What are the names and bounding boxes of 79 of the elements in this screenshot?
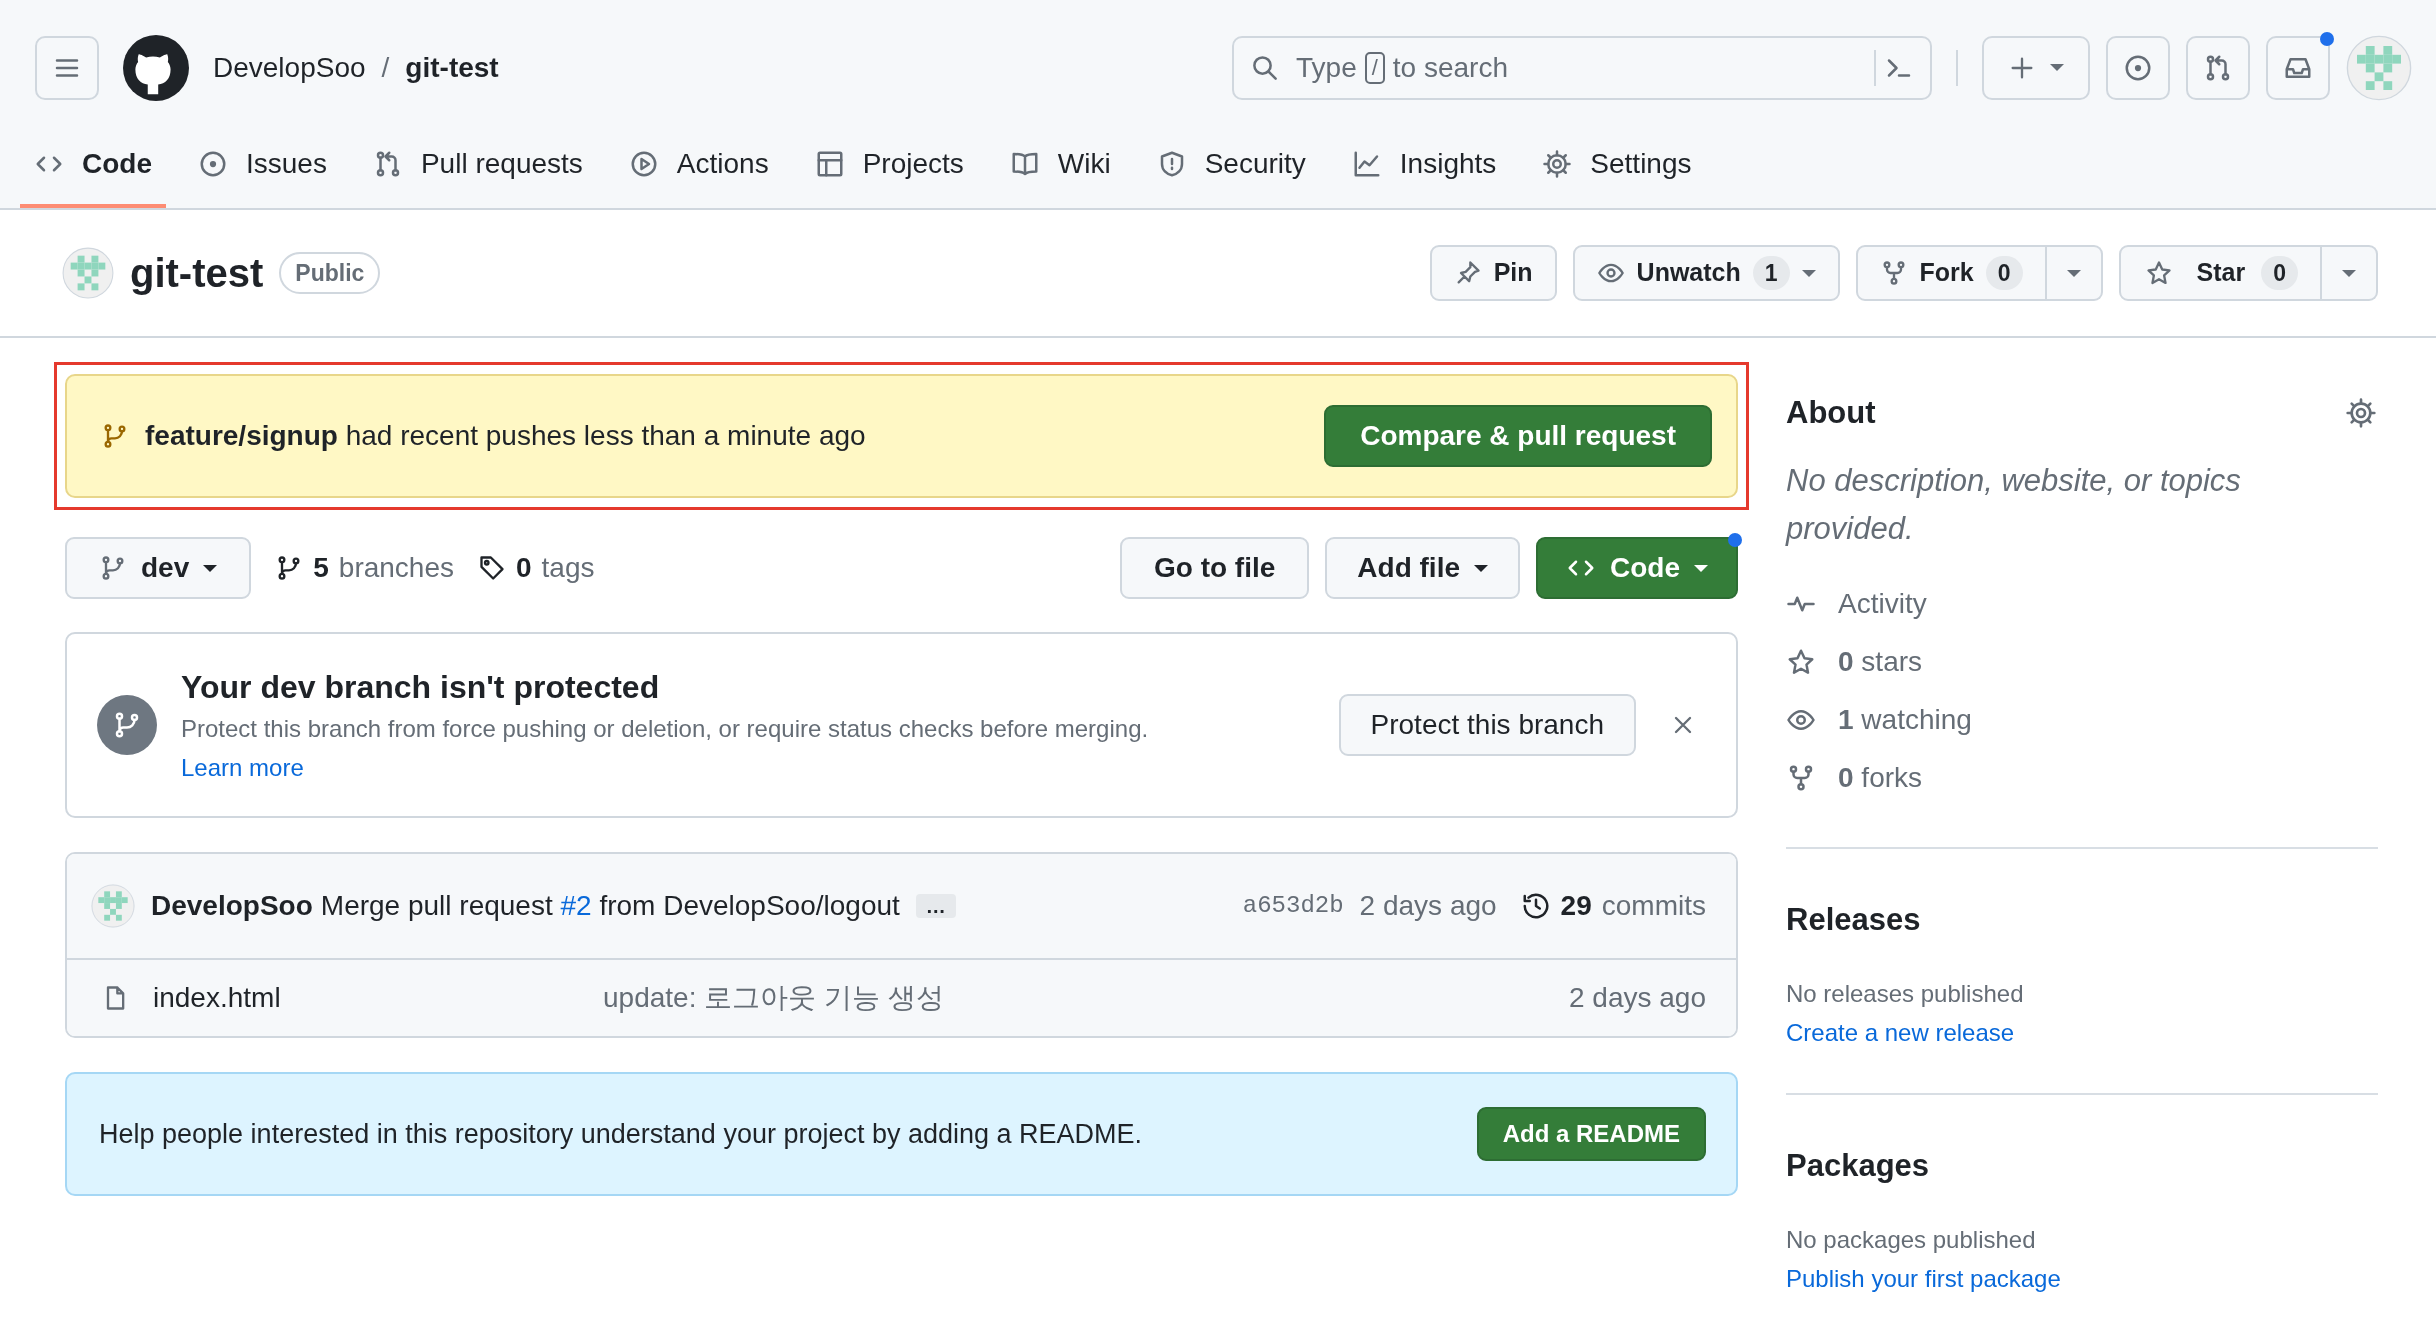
file-name[interactable]: index.html [153,977,603,1019]
repo-title: git-test [130,250,264,297]
caret-icon [1801,269,1816,277]
caret-icon [203,564,218,572]
commit-time: 2 days ago [1359,889,1497,923]
caret-icon [2066,269,2081,277]
pull-requests-button[interactable] [2186,35,2250,100]
search-field[interactable]: Type / to search [1232,35,1932,100]
pin-button[interactable]: Pin [1429,245,1557,301]
compare-pull-request-button[interactable]: Compare & pull request [1324,405,1712,467]
repo-tab[interactable]: Projects [800,100,978,208]
tags-link[interactable]: 0 tags [478,547,595,589]
visibility-label: Public [279,251,381,295]
sidebar-stat-link[interactable]: 0 forks [1786,749,2378,808]
sidebar-stat-link[interactable]: 1 watching [1786,691,2378,750]
repo-link[interactable]: git-test [405,46,499,89]
branch-select-button[interactable]: dev [65,537,252,599]
repo-tab[interactable]: Issues [184,100,341,208]
star-icon [2144,259,2173,287]
push-message: feature/signup had recent pushes less than a minute ago [145,419,866,453]
sidebar-stat-link[interactable]: 0 stars [1786,633,2378,692]
caret-icon [1694,564,1708,572]
about-heading: About [1786,394,1876,432]
caret-icon [1474,564,1488,572]
repo-tab[interactable]: Actions [614,100,783,208]
watch-count: 1 [1752,256,1790,290]
go-to-file-button[interactable]: Go to file [1120,537,1310,599]
commit-message: Merge pull request #2 from DevelopSoo/logout [320,889,900,923]
unwatch-button[interactable]: Unwatch 1 [1572,245,1840,301]
repo-avatar-icon [62,247,114,299]
section-text: No releases published [1786,979,2025,1010]
section-link[interactable]: Publish your first package [1786,1261,2061,1298]
repo-tab[interactable]: Settings [1528,100,1706,208]
file-commit-message[interactable]: update: 로그아웃 기능 생성 [603,977,944,1019]
shortcut-key: / [1364,51,1385,84]
section-link[interactable]: Create a new release [1786,1015,2015,1052]
notice-text: Protect this branch from force pushing or deletion, or require status checks before merging. [181,713,1149,744]
commits-link[interactable]: 29 commits [1520,885,1706,927]
add-readme-button[interactable]: Add a README [1476,1107,1706,1161]
expand-button[interactable]: … [915,894,956,918]
menu-button[interactable] [35,35,99,100]
learn-more-link[interactable]: Learn more [181,753,304,781]
breadcrumb-separator: / [381,50,390,85]
section-heading: Packages [1786,1146,1931,1185]
file-time: 2 days ago [1569,981,1706,1015]
readme-message: Help people interested in this repository understand your project by adding a README. [99,1117,1143,1151]
tag-icon [478,554,506,582]
pull-request-link[interactable]: #2 [560,890,592,921]
repo-tab[interactable]: Wiki [995,100,1125,208]
owner-link[interactable]: DevelopSoo [213,46,366,89]
add-file-button[interactable]: Add file [1325,537,1520,599]
section-heading: Releases [1786,901,1922,939]
caret-icon [2342,269,2356,277]
logo-icon[interactable] [123,34,189,101]
protect-branch-button[interactable]: Protect this branch [1338,694,1636,756]
settings-icon [1542,149,1573,179]
sidebar-stat-link[interactable]: Activity [1786,575,2378,634]
repo-tab[interactable]: Code [20,100,166,208]
fork-button[interactable]: Fork 0 [1855,245,2047,301]
fork-count: 0 [1985,256,2023,290]
avatar-icon [2346,34,2412,101]
star-button[interactable]: Star 0 [2118,245,2322,301]
notice-title: Your dev branch isn't protected [181,667,661,707]
author-avatar-icon [91,884,135,928]
settings-icon [2345,396,2377,429]
commit-author[interactable]: DevelopSoo [151,885,313,927]
settings-button[interactable] [2344,395,2378,430]
repo-tab[interactable]: Insights [1337,100,1511,208]
repo-tab[interactable]: Security [1142,100,1320,208]
issues-button[interactable] [2106,35,2170,100]
repo-description: No description, website, or topics provided. [1786,462,2242,549]
section-text: No packages published [1786,1225,2037,1256]
caret-icon [2050,64,2064,71]
branches-link[interactable]: 5 branches [275,547,454,589]
star-count: 0 [2261,256,2298,290]
commit-hash[interactable]: a653d2b [1242,888,1344,924]
issue-icon [198,149,228,179]
repo-tab[interactable]: Pull requests [358,100,597,208]
star-menu-button[interactable] [2322,245,2378,301]
